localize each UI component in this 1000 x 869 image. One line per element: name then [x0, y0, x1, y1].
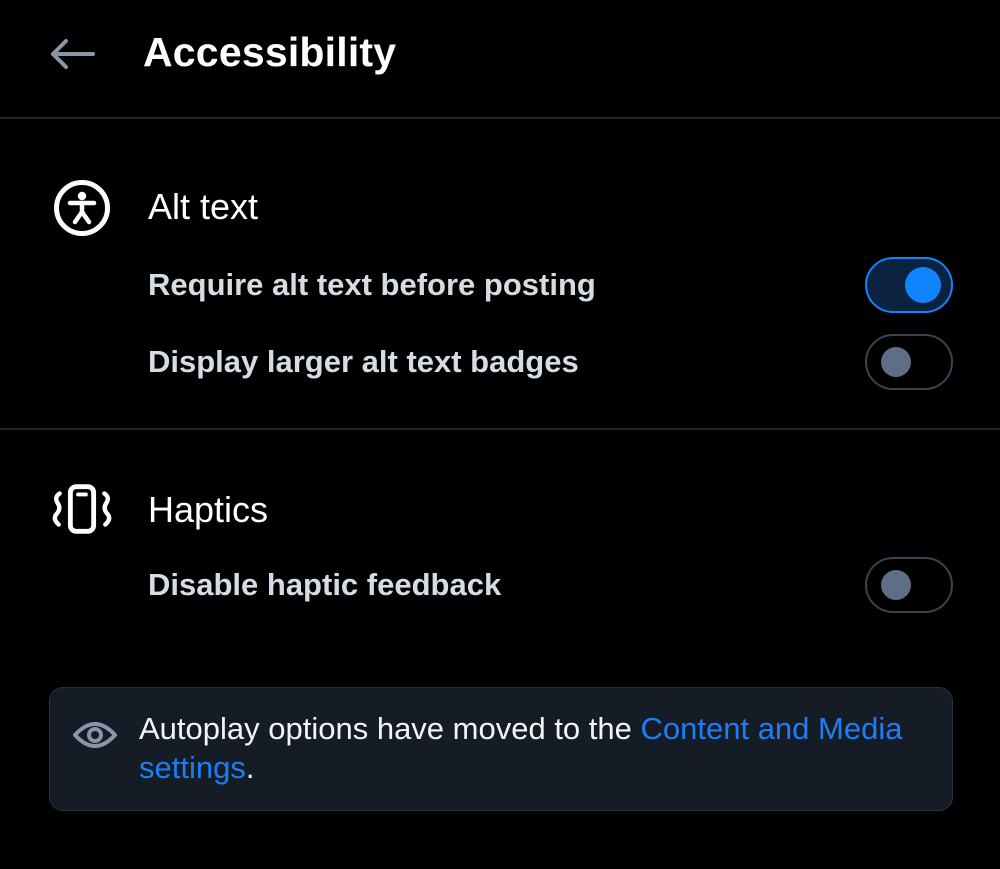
page-title: Accessibility	[143, 29, 397, 75]
arrow-left-icon	[51, 39, 95, 69]
eye-icon	[70, 710, 120, 760]
notice-text-suffix: .	[245, 750, 255, 785]
option-row-larger-alt-badges[interactable]: Display larger alt text badges	[0, 327, 1000, 397]
option-label: Require alt text before posting	[148, 267, 596, 302]
section-title-haptics: Haptics	[148, 489, 269, 530]
option-label: Display larger alt text badges	[148, 344, 579, 379]
option-row-require-alt-text[interactable]: Require alt text before posting	[0, 250, 1000, 320]
notice-text-prefix: Autoplay options have moved to the	[139, 711, 641, 746]
section-title-alt-text: Alt text	[148, 186, 259, 227]
back-button[interactable]	[40, 26, 104, 82]
toggle-knob	[881, 570, 911, 600]
require-alt-text-toggle[interactable]	[865, 257, 953, 313]
notice-text: Autoplay options have moved to the Conte…	[139, 709, 929, 787]
option-label: Disable haptic feedback	[148, 567, 502, 602]
haptics-section: Haptics Disable haptic feedback	[0, 430, 1000, 670]
header-bar: Accessibility	[0, 0, 1000, 119]
autoplay-notice: Autoplay options have moved to the Conte…	[49, 687, 953, 811]
phone-vibrate-icon	[50, 477, 114, 541]
accessibility-person-icon	[50, 176, 114, 240]
toggle-knob	[905, 267, 941, 303]
toggle-knob	[881, 347, 911, 377]
option-row-disable-haptics[interactable]: Disable haptic feedback	[0, 550, 1000, 620]
disable-haptics-toggle[interactable]	[865, 557, 953, 613]
alt-text-section: Alt text Require alt text before posting…	[0, 119, 1000, 430]
larger-alt-badges-toggle[interactable]	[865, 334, 953, 390]
